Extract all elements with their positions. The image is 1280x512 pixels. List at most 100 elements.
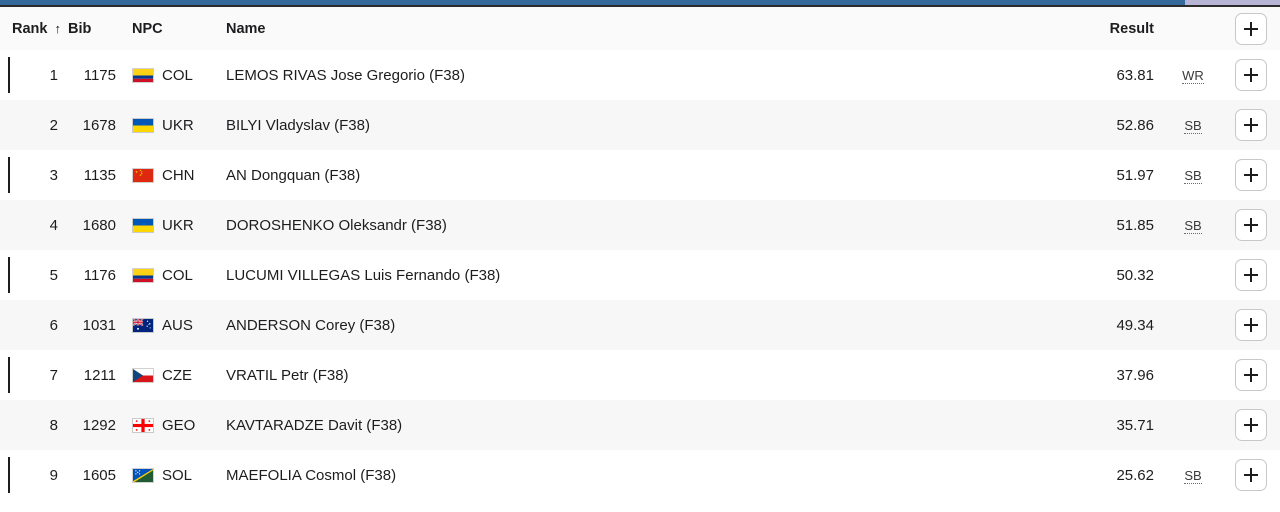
cell-action [1222,159,1280,191]
table-row[interactable]: 3 1135 CHN AN Dongquan (F38) 51.97 SB [0,150,1280,200]
add-all-button[interactable] [1235,12,1267,45]
cell-rank: 3 [49,166,58,184]
cell-rank: 5 [49,266,58,284]
table-row[interactable]: 8 1292 GEO KAVTARADZE Davit (F38) 35.71 [0,400,1280,450]
column-header-bib[interactable]: Bib [68,21,120,37]
record-badge-sb[interactable]: SB [1184,167,1202,184]
athlete-name-text: LUCUMI VILLEGAS Luis Fernando ( [226,266,470,284]
plus-icon [1244,218,1258,232]
npc-code: SOL [162,466,193,484]
cell-bib: 1031 [82,316,116,334]
plus-icon [1244,368,1258,382]
athlete-name-text: DOROSHENKO Oleksandr ( [226,216,417,234]
sport-class-abbr[interactable]: F38 [329,166,356,184]
table-row[interactable]: 6 1031 AUS ANDERSON Corey (F38) 49.34 [0,300,1280,350]
expand-row-button[interactable] [1235,409,1267,441]
row-accent-marker [8,457,10,493]
npc-code: CZE [162,366,192,384]
sport-class-abbr[interactable]: F38 [371,416,398,434]
athlete-name-suffix: ) [459,66,465,84]
table-row[interactable]: 5 1176 COL LUCUMI VILLEGAS Luis Fernando (F… [0,250,1280,300]
table-row[interactable]: 4 1680 UKR DOROSHENKO Oleksandr (F38) 51.85 S… [0,200,1280,250]
athlete-name-suffix: ) [390,316,396,334]
cell-npc: COL [120,267,208,284]
npc-code: CHN [162,166,195,184]
cell-action [1222,359,1280,391]
record-badge-sb[interactable]: SB [1184,117,1202,134]
plus-icon [1244,168,1258,182]
cell-record-badge: SB [1164,167,1222,184]
cell-bib: 1175 [83,66,116,84]
column-header-name[interactable]: Name [208,21,1052,37]
table-row[interactable]: 7 1211 CZE VRATIL Petr (F38) 37.96 [0,350,1280,400]
sport-class-abbr[interactable]: F38 [416,216,442,234]
cell-athlete-name: MAEFOLIA Cosmol (F38) [208,466,1052,484]
cell-result: 51.85 [1116,216,1154,234]
expand-row-button[interactable] [1235,259,1267,291]
plus-icon [1244,118,1258,132]
athlete-name-suffix: ) [495,266,501,284]
table-row[interactable]: 9 1605 SOL MAEFOLIA Cosmol (F38) 25.62 SB [0,450,1280,500]
record-badge-wr[interactable]: WR [1182,67,1204,84]
plus-icon [1244,21,1258,36]
cell-record-badge: SB [1164,117,1222,134]
plus-icon [1244,468,1258,482]
cell-athlete-name: VRATIL Petr (F38) [208,366,1052,384]
flag-czechia-icon [132,367,154,383]
sport-class-abbr[interactable]: F38 [339,116,365,134]
cell-result: 35.71 [1116,416,1154,434]
expand-row-button[interactable] [1235,159,1267,191]
record-badge-sb[interactable]: SB [1184,217,1202,234]
athlete-name-suffix: ) [364,116,370,134]
flag-georgia-icon [132,417,154,433]
column-header-result[interactable]: Result [1052,21,1164,37]
cell-action [1222,59,1280,91]
cell-rank: 8 [49,416,58,434]
column-header-rank[interactable]: Rank ↑ [0,21,68,37]
athlete-name-text: BILYI Vladyslav ( [226,116,340,134]
cell-npc: COL [120,67,208,84]
athlete-name-text: MAEFOLIA Cosmol ( [226,466,366,484]
sport-class-abbr[interactable]: F38 [469,266,496,284]
cell-athlete-name: ANDERSON Corey (F38) [208,316,1052,334]
cell-record-badge: SB [1164,217,1222,234]
cell-athlete-name: AN Dongquan (F38) [208,166,1052,184]
cell-bib: 1680 [82,216,116,234]
athlete-name-text: KAVTARADZE Davit ( [226,416,372,434]
expand-row-button[interactable] [1235,459,1267,491]
record-badge-sb[interactable]: SB [1184,467,1202,484]
sport-class-abbr[interactable]: F38 [365,466,392,484]
sport-class-abbr[interactable]: F38 [364,316,391,334]
row-accent-marker [8,357,10,393]
cell-result: 49.34 [1116,316,1154,334]
sport-class-abbr[interactable]: F38 [317,366,344,384]
sort-ascending-icon: ↑ [54,20,61,36]
cell-bib: 1176 [83,266,116,284]
table-row[interactable]: 1 1175 COL LEMOS RIVAS Jose Gregorio (F38) 6… [0,50,1280,100]
athlete-name-suffix: ) [391,466,397,484]
sport-class-abbr[interactable]: F38 [434,66,460,84]
flag-solomon-islands-icon [132,467,154,483]
athlete-name-suffix: ) [355,166,361,184]
cell-rank: 7 [49,366,58,384]
expand-row-button[interactable] [1235,109,1267,141]
cell-action [1222,409,1280,441]
cell-npc: CHN [120,167,208,184]
expand-row-button[interactable] [1235,309,1267,341]
expand-row-button[interactable] [1235,359,1267,391]
column-header-rank-label: Rank [12,20,48,37]
column-header-npc[interactable]: NPC [120,21,208,37]
cell-bib: 1678 [82,116,116,134]
cell-rank: 1 [49,66,58,84]
expand-row-button[interactable] [1235,209,1267,241]
cell-result: 25.62 [1116,466,1154,484]
athlete-name-text: AN Dongquan ( [226,166,330,184]
cell-rank: 6 [49,316,58,334]
expand-row-button[interactable] [1235,59,1267,91]
cell-athlete-name: LEMOS RIVAS Jose Gregorio (F38) [208,66,1052,84]
table-row[interactable]: 2 1678 UKR BILYI Vladyslav (F38) 52.86 SB [0,100,1280,150]
npc-code: GEO [162,416,196,434]
flag-colombia-icon [132,67,154,83]
cell-athlete-name: DOROSHENKO Oleksandr (F38) [208,216,1052,234]
cell-result: 37.96 [1116,366,1154,384]
